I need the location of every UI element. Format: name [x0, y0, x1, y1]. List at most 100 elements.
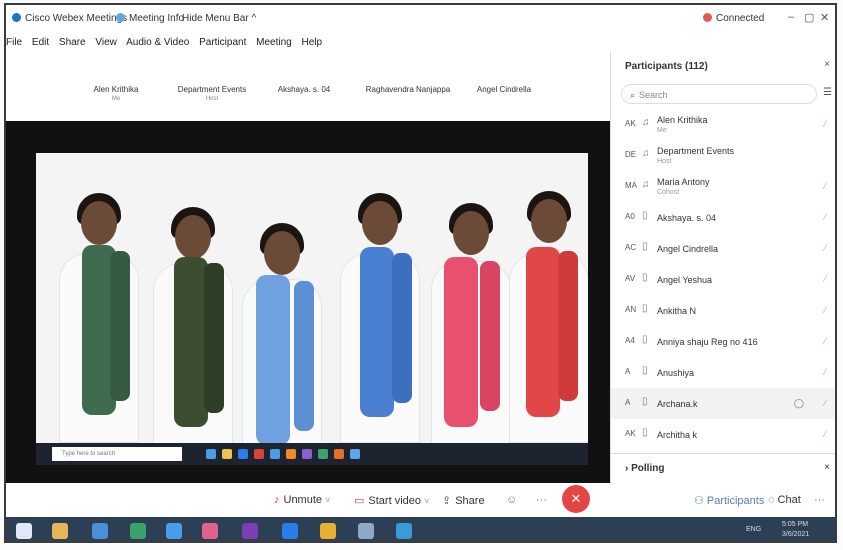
menu-audio-video[interactable]: Audio & Video: [126, 37, 189, 48]
participants-button[interactable]: ⚇ Participants: [694, 494, 764, 507]
start-video-button[interactable]: ▭ Start video ˅: [354, 494, 429, 507]
connection-dot-icon: [703, 13, 712, 22]
mic-muted-icon[interactable]: ⁄: [824, 398, 826, 408]
menu-file[interactable]: File: [6, 37, 22, 48]
close-panel-button[interactable]: ×: [824, 59, 830, 70]
person-figure: [506, 181, 588, 443]
participant-row[interactable]: A0 ▯ Akshaya. s. 04 ⁄: [611, 202, 835, 233]
participant-row[interactable]: MA ♫ Maria Antony Cohost ⁄: [611, 171, 835, 202]
mic-muted-icon[interactable]: ⁄: [824, 181, 826, 191]
mic-muted-icon[interactable]: ⁄: [824, 429, 826, 439]
menu-meeting[interactable]: Meeting: [256, 37, 292, 48]
file-explorer-icon[interactable]: [52, 523, 68, 539]
mic-muted-icon[interactable]: ⁄: [824, 305, 826, 315]
shared-taskbar-search: Type here to search: [52, 447, 182, 461]
sort-list-icon[interactable]: ☰: [823, 87, 832, 98]
participants-icon: ⚇: [694, 495, 704, 507]
menu-view[interactable]: View: [95, 37, 117, 48]
mic-muted-icon[interactable]: ⁄: [824, 243, 826, 253]
info-icon: [116, 13, 125, 22]
share-icon: ⇪: [442, 495, 452, 507]
end-call-button[interactable]: ✕: [562, 485, 590, 513]
phone-icon: ▯: [642, 241, 648, 252]
more-options-button[interactable]: ···: [536, 494, 547, 506]
mic-muted-icon[interactable]: ⁄: [824, 119, 826, 129]
more-options-icon[interactable]: ◯: [794, 398, 804, 409]
phone-icon: ▯: [642, 334, 648, 345]
more-panels-button[interactable]: ···: [814, 494, 825, 506]
participant-row[interactable]: A4 ▯ Anniya shaju Reg no 416 ⁄: [611, 326, 835, 357]
audio-icon: ♫: [642, 179, 650, 190]
taskbar-app-icon: [350, 449, 360, 459]
chat-button[interactable]: ◌ Chat: [768, 494, 801, 506]
thumbnail-tile[interactable]: Akshaya. s. 04: [244, 85, 364, 96]
desktop-icon[interactable]: [92, 523, 108, 539]
participant-row[interactable]: AN ▯ Ankitha N ⁄: [611, 295, 835, 326]
meeting-controls-bar: ♪ Unmute ˅ ▭ Start video ˅ ⇪ Share ☺ ··· ✕ …: [6, 483, 835, 517]
shared-screen-stage: Type here to search: [6, 121, 610, 483]
participant-row[interactable]: AV ▯ Angel Yeshua ⁄: [611, 264, 835, 295]
chat-icon: ◌: [768, 494, 775, 506]
chevron-down-icon: ˅: [325, 495, 331, 505]
participant-row[interactable]: AK ▯ Architha k ⁄: [611, 419, 835, 450]
phone-icon: ▯: [642, 427, 648, 438]
audio-icon: ♫: [642, 148, 650, 159]
clock-time: 5:05 PM: [782, 521, 809, 528]
unmute-button[interactable]: ♪ Unmute ˅: [274, 494, 330, 506]
restore-button[interactable]: ▢: [804, 11, 814, 24]
menu-bar: File Edit Share View Audio & Video Parti…: [6, 37, 329, 53]
taskbar-app-icon: [270, 449, 280, 459]
mic-muted-icon[interactable]: ⁄: [824, 367, 826, 377]
audio-icon: ♫: [642, 117, 650, 128]
browser-icon[interactable]: [166, 523, 182, 539]
mic-muted-icon[interactable]: ⁄: [824, 336, 826, 346]
menu-share[interactable]: Share: [59, 37, 86, 48]
taskbar-app-icon: [334, 449, 344, 459]
taskbar-app-icon: [318, 449, 328, 459]
taskbar-app-icon: [254, 449, 264, 459]
person-figure: [236, 223, 328, 443]
onenote-icon[interactable]: [242, 523, 258, 539]
close-window-button[interactable]: ✕: [820, 11, 829, 24]
person-figure: [428, 197, 514, 443]
taskbar-app-icon: [238, 449, 248, 459]
polling-title: › Polling: [625, 463, 665, 474]
taskbar-app-icon: [222, 449, 232, 459]
taskbar-app-icon: [206, 449, 216, 459]
participant-row[interactable]: AK ♫ Alen Krithika Me ⁄: [611, 109, 835, 140]
menu-edit[interactable]: Edit: [32, 37, 49, 48]
windows-start-icon[interactable]: [16, 523, 32, 539]
participant-row[interactable]: AC ▯ Angel Cindrella ⁄: [611, 233, 835, 264]
chevron-down-icon: ˅: [424, 496, 430, 506]
chrome-icon[interactable]: [320, 523, 336, 539]
webex-taskbar-icon[interactable]: [396, 523, 412, 539]
taskbar-app-icon: [302, 449, 312, 459]
participant-search-input[interactable]: ⌕ Search: [621, 84, 817, 104]
thumbnail-tile[interactable]: Angel Cindrella: [444, 85, 564, 96]
reactions-icon[interactable]: ☺: [506, 494, 517, 506]
close-polling-button[interactable]: ×: [824, 462, 830, 473]
person-figure: [332, 183, 428, 443]
menu-participant[interactable]: Participant: [199, 37, 246, 48]
app-icon[interactable]: [130, 523, 146, 539]
polling-section[interactable]: › Polling ×: [611, 453, 835, 484]
participant-row[interactable]: A ▯ Archana.k ◯ ⁄: [611, 388, 835, 419]
minimize-button[interactable]: –: [788, 11, 794, 23]
phone-icon: ▯: [642, 396, 648, 407]
app-icon[interactable]: [358, 523, 374, 539]
edge-icon[interactable]: [282, 523, 298, 539]
menu-help[interactable]: Help: [302, 37, 323, 48]
app-icon[interactable]: [202, 523, 218, 539]
video-off-icon: ▭: [354, 495, 365, 507]
meeting-info-button[interactable]: Meeting Info: [116, 13, 184, 24]
participant-row[interactable]: A ▯ Anushiya ⁄: [611, 357, 835, 388]
mic-muted-icon[interactable]: ⁄: [824, 274, 826, 284]
app-title: Cisco Webex Meetings: [12, 13, 127, 24]
phone-icon: ▯: [642, 303, 648, 314]
hide-menu-bar-button[interactable]: Hide Menu Bar ^: [182, 13, 256, 24]
mic-muted-icon[interactable]: ⁄: [824, 212, 826, 222]
share-button[interactable]: ⇪ Share: [442, 494, 485, 507]
participant-row[interactable]: DE ♫ Department Events Host: [611, 140, 835, 171]
language-indicator[interactable]: ENG: [746, 526, 761, 533]
search-icon: ⌕: [630, 90, 636, 100]
